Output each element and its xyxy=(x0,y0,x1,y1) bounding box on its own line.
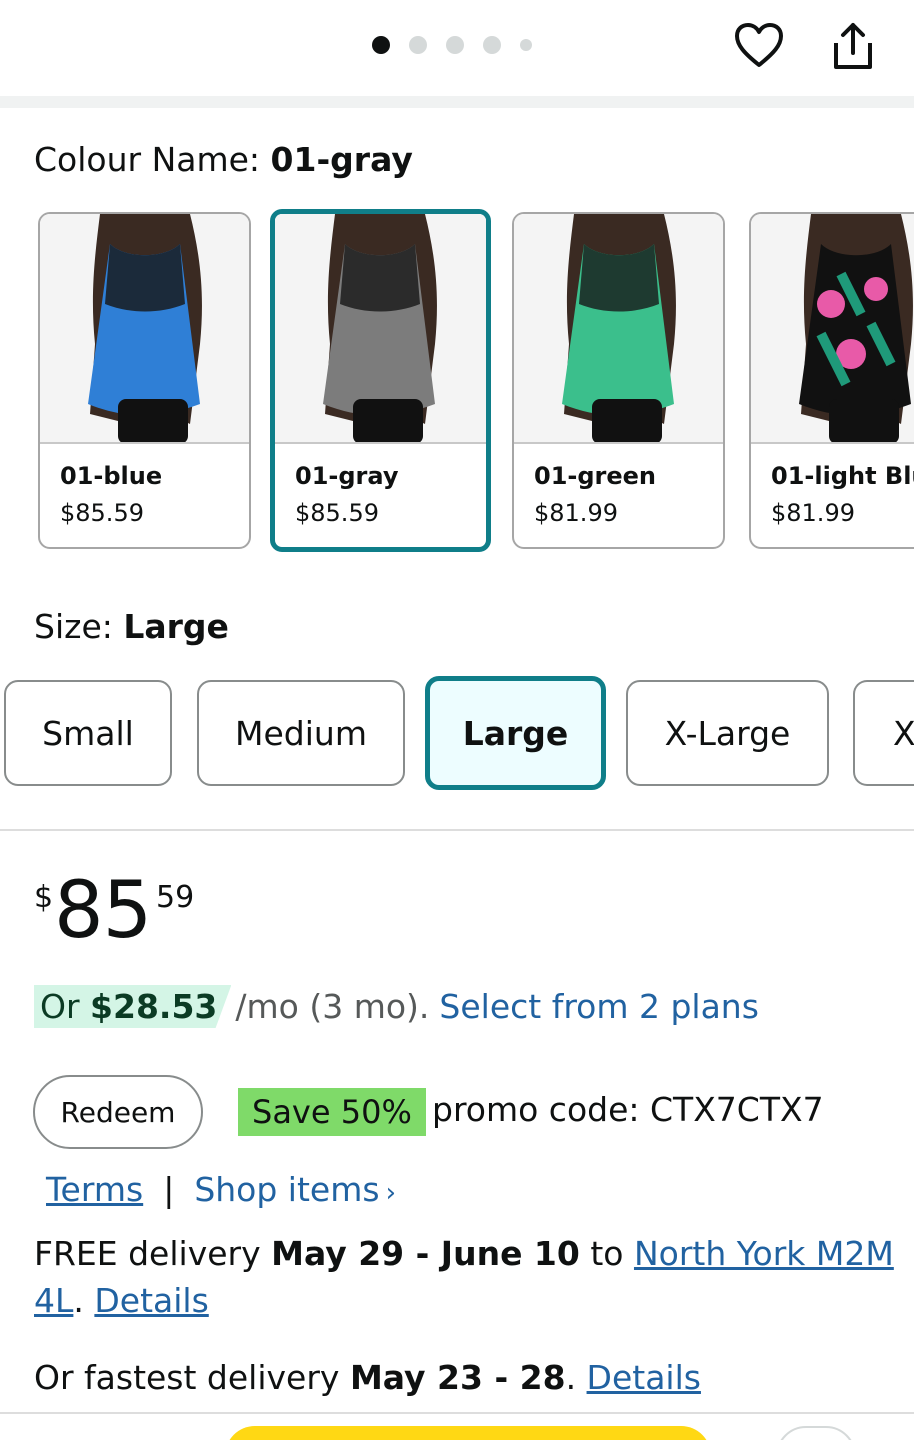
delivery-location-link[interactable]: 4L xyxy=(34,1281,73,1320)
chevron-right-icon: › xyxy=(385,1178,396,1208)
link-separator: | xyxy=(163,1170,175,1209)
promo-links: Terms | Shop items › xyxy=(46,1170,396,1209)
add-to-cart-button[interactable] xyxy=(225,1426,711,1440)
section-divider xyxy=(0,96,914,108)
size-option-small[interactable]: Small xyxy=(4,680,172,786)
free-delivery-dates: May 29 - June 10 xyxy=(271,1234,580,1273)
save-badge: Save 50% xyxy=(238,1088,426,1136)
fastest-delivery-message: Or fastest delivery May 23 - 28. Details xyxy=(34,1358,701,1397)
carousel-dot[interactable] xyxy=(520,39,532,51)
carousel-dots[interactable] xyxy=(372,36,551,54)
installment-terms: /mo (3 mo). xyxy=(235,987,430,1026)
size-option-x-large[interactable]: X-Large xyxy=(626,680,829,786)
colour-swatch-light-blue[interactable]: 01-light Blu $81.99 xyxy=(749,212,914,549)
delivery-details-link[interactable]: Details xyxy=(94,1281,208,1320)
terms-link[interactable]: Terms xyxy=(46,1170,143,1209)
promo-code-text: promo code: CTX7CTX7 xyxy=(432,1090,824,1129)
swatch-photo xyxy=(275,214,486,444)
free-delivery-message: FREE delivery May 29 - June 10 to North … xyxy=(34,1234,894,1320)
colour-name-label: Colour Name: 01-gray xyxy=(34,140,413,179)
selected-colour: 01-gray xyxy=(270,140,413,179)
selected-size: Large xyxy=(123,607,229,646)
swatch-photo xyxy=(40,214,249,444)
heart-icon[interactable] xyxy=(733,20,785,72)
swatch-photo xyxy=(751,214,914,444)
secondary-action-button[interactable] xyxy=(776,1426,856,1440)
size-option-large[interactable]: Large xyxy=(425,676,606,790)
colour-swatch-gray[interactable]: 01-gray $85.59 xyxy=(270,209,491,552)
image-carousel-header xyxy=(0,0,914,96)
price-whole: 85 xyxy=(54,866,152,956)
carousel-dot[interactable] xyxy=(372,36,390,54)
colour-swatch-blue[interactable]: 01-blue $85.59 xyxy=(38,212,251,549)
delivery-location-link[interactable]: North York M2M xyxy=(634,1234,894,1273)
carousel-dot[interactable] xyxy=(483,36,501,54)
section-divider xyxy=(0,1412,914,1414)
size-option-medium[interactable]: Medium xyxy=(197,680,405,786)
colour-swatch-list: 01-blue $85.59 01-gray $85.59 01-green $… xyxy=(38,209,914,552)
carousel-dot[interactable] xyxy=(409,36,427,54)
installment-badge: Or $28.53 xyxy=(34,985,232,1028)
shop-items-link[interactable]: Shop items › xyxy=(194,1170,396,1209)
fastest-delivery-details-link[interactable]: Details xyxy=(587,1358,701,1397)
currency-symbol: $ xyxy=(34,880,54,915)
price-fraction: 59 xyxy=(156,880,195,915)
size-option-list: Small Medium Large X-Large X xyxy=(0,676,914,790)
installment-offer: Or $28.53 /mo (3 mo). Select from 2 plan… xyxy=(34,985,759,1028)
size-label: Size: Large xyxy=(34,607,229,646)
size-option-overflow[interactable]: X xyxy=(853,680,914,786)
fastest-delivery-dates: May 23 - 28 xyxy=(349,1358,566,1397)
carousel-dot[interactable] xyxy=(446,36,464,54)
colour-swatch-green[interactable]: 01-green $81.99 xyxy=(512,212,725,549)
redeem-button[interactable]: Redeem xyxy=(33,1075,203,1149)
select-plans-link[interactable]: Select from 2 plans xyxy=(439,987,759,1026)
share-icon[interactable] xyxy=(827,20,879,72)
swatch-photo xyxy=(514,214,723,444)
section-divider xyxy=(0,829,914,831)
